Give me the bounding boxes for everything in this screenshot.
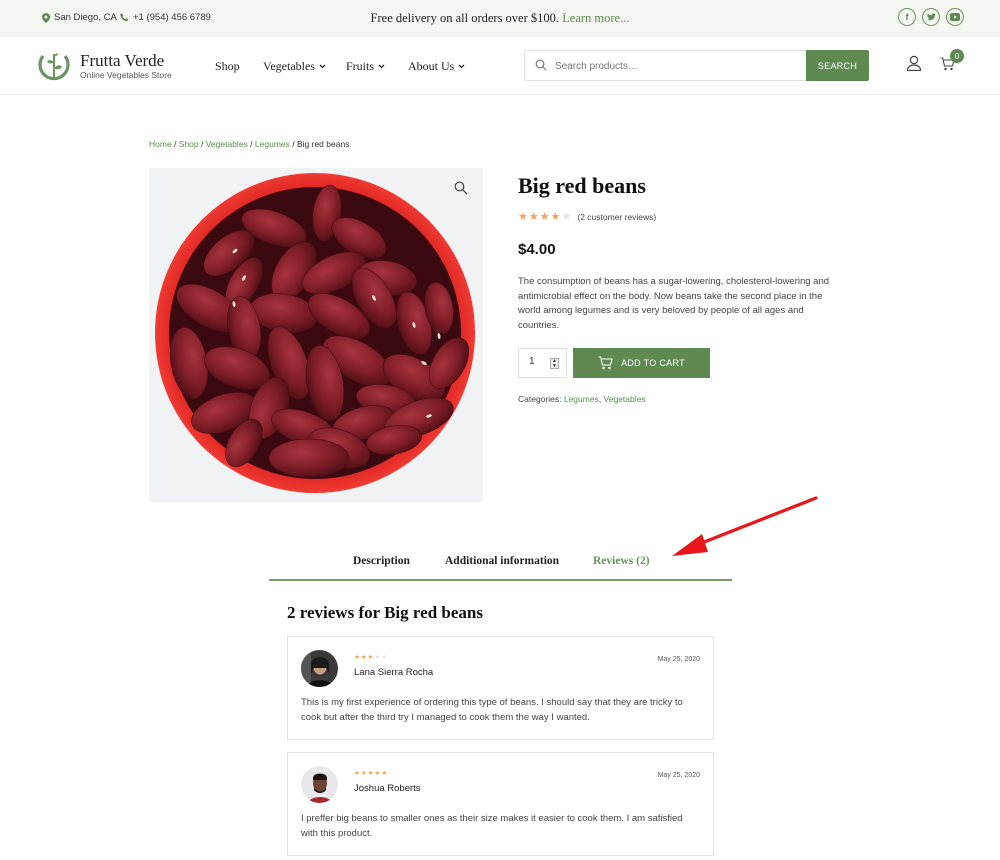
user-account-icon[interactable] (906, 55, 922, 71)
review-date: May 25, 2020 (657, 772, 700, 779)
customer-reviews-link[interactable]: (2 customer reviews) (577, 212, 656, 222)
star-filled-icon: ★ (381, 770, 388, 777)
star-filled-icon: ★ (367, 770, 374, 777)
nav-shop[interactable]: Shop (215, 59, 240, 74)
star-empty-icon: ★ (381, 654, 388, 661)
learn-more-link[interactable]: Learn more... (562, 11, 629, 25)
product-rating: ★ ★ ★ ★ ★ (2 customer reviews) (518, 210, 656, 223)
review-text: This is my first experience of ordering … (301, 697, 683, 723)
star-filled-icon: ★ (374, 770, 381, 777)
tab-additional-information[interactable]: Additional information (445, 555, 559, 567)
chevron-down-icon (458, 64, 465, 69)
breadcrumb-current: Big red beans (296, 139, 350, 149)
promo-banner: Free delivery on all orders over $100. L… (0, 11, 1000, 26)
breadcrumb-shop[interactable]: Shop (179, 139, 199, 149)
breadcrumb-separator: / (289, 139, 297, 149)
nav-vegetables[interactable]: Vegetables (263, 59, 326, 74)
star-empty-icon: ★ (561, 211, 572, 223)
review-item: ★ ★ ★ ★ ★ Joshua Roberts May 25, 2020 I pref… (287, 752, 714, 856)
review-stars: ★ ★ ★ ★ ★ (354, 769, 387, 777)
product-description: The consumption of beans has a sugar-low… (518, 276, 830, 332)
star-filled-icon: ★ (528, 211, 539, 223)
breadcrumb: Home / Shop / Vegetables / Legumes / Big… (149, 139, 349, 149)
category-link-legumes[interactable]: Legumes (564, 394, 599, 404)
product-categories: Categories: Legumes, Vegetables (518, 394, 646, 404)
nav-about-label: About Us (408, 59, 455, 73)
chevron-down-icon (319, 64, 326, 69)
logo-icon[interactable] (36, 48, 72, 84)
quantity-spin-arrows-icon[interactable]: ▲ ▼ (550, 358, 559, 369)
star-filled-icon: ★ (360, 654, 367, 661)
reviewer-avatar (301, 766, 338, 803)
nav-fruits[interactable]: Fruits (346, 59, 385, 74)
star-filled-icon: ★ (354, 654, 360, 661)
facebook-icon: f (905, 12, 909, 22)
star-filled-icon: ★ (360, 770, 367, 777)
star-filled-icon: ★ (367, 654, 374, 661)
breadcrumb-separator: / (247, 139, 255, 149)
review-text: I preffer big beans to smaller ones as t… (301, 813, 683, 839)
nav-vegetables-label: Vegetables (263, 59, 315, 73)
beans-bowl-illustration (155, 173, 475, 493)
reviewer-name: Joshua Roberts (354, 783, 421, 794)
tab-reviews[interactable]: Reviews (2) (593, 555, 650, 567)
product-tabs: Description Additional information Revie… (269, 553, 732, 581)
facebook-button[interactable]: f (898, 8, 916, 26)
quantity-input[interactable] (529, 356, 547, 367)
brand-tagline: Online Vegetables Store (80, 70, 172, 80)
quantity-stepper[interactable]: ▲▼ (518, 348, 567, 378)
categories-label: Categories: (518, 394, 562, 404)
breadcrumb-legumes[interactable]: Legumes (255, 139, 290, 149)
breadcrumb-separator: / (198, 139, 206, 149)
youtube-button[interactable] (946, 8, 964, 26)
nav-about-us[interactable]: About Us (408, 59, 465, 74)
top-bar: San Diego, CA +1 (954) 456 6789 Free del… (0, 0, 1000, 37)
tab-description[interactable]: Description (353, 555, 410, 567)
star-filled-icon: ★ (550, 211, 561, 223)
review-stars: ★ ★ ★ ★ ★ (354, 653, 387, 661)
twitter-button[interactable] (922, 8, 940, 26)
product-price: $4.00 (518, 241, 556, 258)
reviewer-avatar (301, 650, 338, 687)
add-to-cart-button[interactable]: ADD TO CART (573, 348, 710, 378)
search-input[interactable] (555, 57, 795, 75)
product-title: Big red beans (518, 173, 646, 198)
youtube-icon (950, 13, 960, 21)
star-empty-icon: ★ (374, 654, 381, 661)
promo-text: Free delivery on all orders over $100. (370, 11, 560, 25)
rating-stars: ★ ★ ★ ★ ★ (518, 210, 571, 223)
product-image[interactable] (149, 168, 483, 502)
zoom-magnifier-icon[interactable] (454, 181, 468, 195)
twitter-icon (926, 13, 936, 21)
reviews-heading: 2 reviews for Big red beans (287, 603, 483, 622)
cart-count-badge: 0 (950, 49, 964, 63)
breadcrumb-vegetables[interactable]: Vegetables (206, 139, 248, 149)
chevron-down-icon (378, 64, 385, 69)
nav-shop-label: Shop (215, 59, 240, 73)
search-icon (535, 59, 547, 71)
star-filled-icon: ★ (518, 211, 528, 223)
site-header: Frutta Verde Online Vegetables Store Sho… (0, 37, 1000, 95)
nav-fruits-label: Fruits (346, 59, 375, 73)
reviewer-name: Lana Sierra Rocha (354, 667, 434, 678)
category-link-vegetables[interactable]: Vegetables (604, 394, 646, 404)
review-date: May 25, 2020 (657, 656, 700, 663)
breadcrumb-separator: / (171, 139, 179, 149)
star-filled-icon: ★ (539, 211, 550, 223)
search-button[interactable]: SEARCH (806, 50, 869, 81)
cart-icon (598, 356, 613, 370)
add-to-cart-label: ADD TO CART (621, 358, 685, 368)
review-item: ★ ★ ★ ★ ★ Lana Sierra Rocha May 25, 2020 Thi… (287, 636, 714, 740)
brand-name[interactable]: Frutta Verde (80, 51, 164, 71)
search-box (524, 50, 807, 81)
star-filled-icon: ★ (354, 770, 360, 777)
breadcrumb-home[interactable]: Home (149, 139, 172, 149)
